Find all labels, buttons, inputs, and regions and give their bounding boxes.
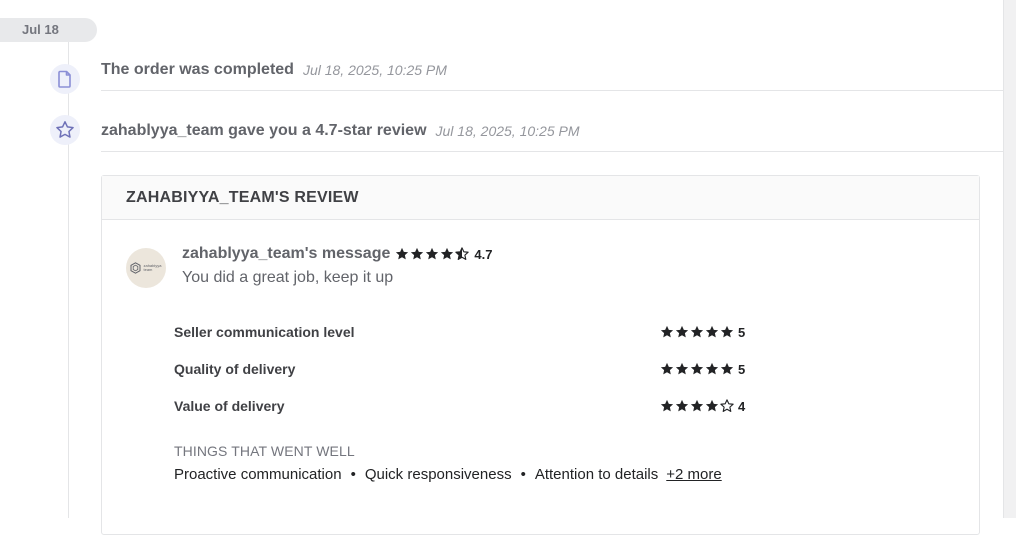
star-empty-icon — [720, 399, 734, 412]
rating-label: Seller communication level — [174, 324, 355, 340]
rating-value: 5 — [738, 324, 746, 340]
star-filled-icon — [705, 325, 719, 338]
star-filled-icon — [690, 325, 704, 338]
timeline-line — [68, 40, 69, 518]
review-card: ZAHABIYYA_TEAM'S REVIEW zahabiyya team z… — [101, 175, 980, 535]
star-filled-icon — [705, 362, 719, 375]
show-more-link[interactable]: +2 more — [666, 466, 721, 483]
overall-rating-value: 4.7 — [474, 246, 493, 262]
review-author-label: zahablyya_team's message — [182, 245, 391, 262]
document-icon — [50, 64, 80, 94]
review-header: ZAHABIYYA_TEAM'S REVIEW — [102, 176, 979, 220]
star-filled-icon — [660, 362, 674, 375]
star-filled-icon — [720, 362, 734, 375]
star-filled-icon — [411, 247, 424, 260]
star-filled-icon — [660, 399, 674, 412]
star-filled-icon — [705, 399, 719, 412]
rating-stars — [660, 325, 735, 339]
things-went-well-list: Proactive communication • Quick responsi… — [174, 466, 722, 483]
star-outline-icon — [50, 115, 80, 145]
event-title: zahablyya_team gave you a 4.7-star revie… — [101, 122, 427, 139]
star-filled-icon — [441, 247, 454, 260]
date-label: Jul 18 — [0, 18, 97, 42]
bullet-separator: • — [350, 466, 356, 483]
event-review-received: zahablyya_team gave you a 4.7-star revie… — [101, 111, 1004, 152]
hexagon-logo-icon — [130, 262, 141, 274]
overall-star-rating — [395, 247, 470, 261]
star-filled-icon — [660, 325, 674, 338]
star-filled-icon — [690, 399, 704, 412]
avatar: zahabiyya team — [126, 248, 166, 288]
thing-item: Quick responsiveness — [364, 466, 512, 483]
star-half-icon — [455, 247, 470, 260]
review-message-text: You did a great job, keep it up — [182, 269, 394, 286]
rating-label: Value of delivery — [174, 398, 285, 414]
avatar-text: team — [143, 267, 153, 272]
star-filled-icon — [675, 399, 689, 412]
event-time: Jul 18, 2025, 10:25 PM — [435, 123, 580, 139]
event-order-completed: The order was completed Jul 18, 2025, 10… — [101, 50, 1004, 91]
star-filled-icon — [396, 247, 409, 260]
star-filled-icon — [426, 247, 439, 260]
rating-value: 5 — [738, 361, 746, 377]
star-filled-icon — [720, 325, 734, 338]
star-filled-icon — [690, 362, 704, 375]
rating-value: 4 — [738, 398, 746, 414]
star-filled-icon — [675, 362, 689, 375]
event-time: Jul 18, 2025, 10:25 PM — [302, 62, 447, 78]
event-title: The order was completed — [101, 61, 294, 78]
thing-item: Proactive communication — [174, 466, 342, 483]
review-message-header: zahablyya_team's message 4.7 — [182, 245, 492, 263]
rating-row-value: Value of delivery 4 — [174, 396, 774, 416]
page-scrollbar[interactable] — [1003, 0, 1016, 518]
rating-label: Quality of delivery — [174, 361, 296, 377]
rating-row-communication: Seller communication level 5 — [174, 322, 774, 342]
things-went-well-title: THINGS THAT WENT WELL — [174, 443, 355, 459]
rating-stars — [660, 399, 735, 413]
rating-row-quality: Quality of delivery 5 — [174, 359, 774, 379]
bullet-separator: • — [520, 466, 526, 483]
rating-stars — [660, 362, 735, 376]
star-filled-icon — [675, 325, 689, 338]
thing-item: Attention to details — [534, 466, 659, 483]
